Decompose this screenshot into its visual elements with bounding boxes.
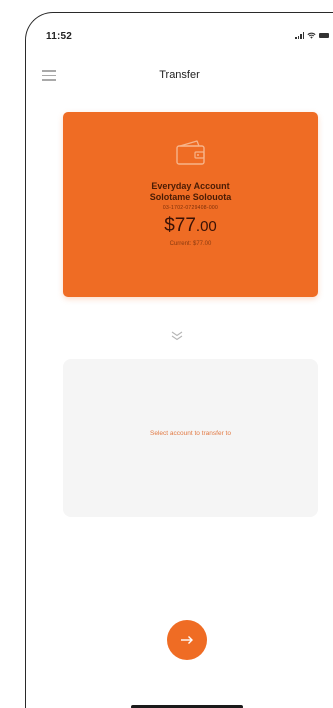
next-button[interactable]	[167, 620, 207, 660]
wifi-icon	[307, 32, 316, 39]
page-title: Transfer	[159, 69, 200, 81]
current-balance: Current: $77.00	[169, 241, 212, 247]
account-holder: Solotame Solouota	[149, 192, 232, 202]
account-number: 03-1702-0729408-000	[162, 205, 219, 211]
to-account-selector[interactable]: Select account to transfer to	[63, 359, 318, 517]
account-balance: $77.00	[63, 215, 318, 237]
status-icons	[295, 32, 329, 39]
from-account-card[interactable]: Everyday Account Solotame Solouota 03-17…	[63, 112, 318, 297]
nav-bar: Transfer	[26, 63, 333, 89]
balance-dollars: $77	[164, 215, 196, 236]
balance-cents: .00	[195, 218, 217, 235]
cellular-signal-icon	[295, 32, 304, 39]
status-bar: 11:52	[26, 13, 333, 49]
select-account-prompt: Select account to transfer to	[150, 430, 231, 437]
account-name: Everyday Account	[151, 181, 230, 191]
chevron-double-down-icon[interactable]	[171, 331, 183, 341]
phone-screen: 11:52 Transfer Everyday Account Solotame…	[25, 12, 333, 708]
arrow-right-icon	[181, 636, 193, 644]
battery-icon	[319, 33, 329, 38]
status-time: 11:52	[46, 31, 73, 42]
wallet-icon	[176, 140, 205, 165]
